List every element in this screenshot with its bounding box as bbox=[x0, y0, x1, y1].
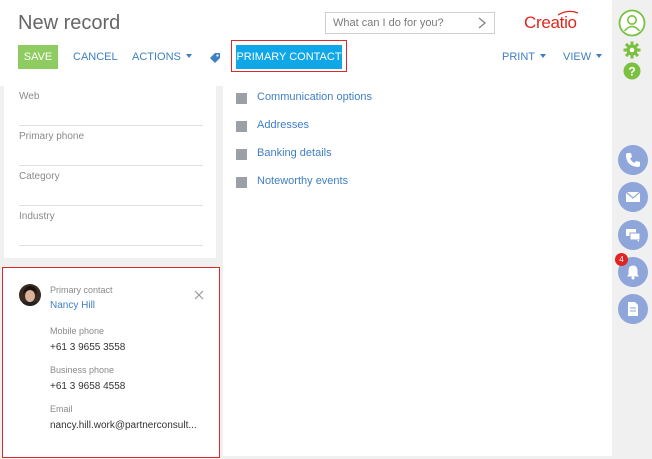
primary-contact-button[interactable]: PRIMARY CONTACT bbox=[236, 45, 342, 69]
chevron-down-icon bbox=[185, 54, 192, 58]
field-category[interactable]: Category bbox=[19, 166, 203, 206]
user-profile-icon[interactable] bbox=[618, 9, 646, 37]
right-rail: ? 4 bbox=[614, 0, 652, 459]
chevron-down-icon bbox=[540, 54, 546, 58]
group-label: Addresses bbox=[257, 119, 309, 131]
business-phone-label: Business phone bbox=[50, 365, 115, 375]
field-label: Web bbox=[19, 91, 40, 102]
email-value: nancy.hill.work@partnerconsult... bbox=[50, 420, 197, 431]
field-web[interactable]: Web bbox=[19, 86, 203, 126]
search-input[interactable] bbox=[326, 13, 466, 33]
print-button[interactable]: PRINT bbox=[502, 51, 546, 63]
detail-groups-panel: Communication options Addresses Banking … bbox=[223, 86, 612, 456]
gear-icon[interactable] bbox=[623, 41, 641, 59]
group-label: Communication options bbox=[257, 91, 372, 103]
expand-toggle-icon[interactable] bbox=[236, 93, 247, 104]
phone-panel-button[interactable] bbox=[618, 145, 648, 175]
chat-icon bbox=[626, 229, 641, 242]
expand-toggle-icon[interactable] bbox=[236, 149, 247, 160]
page-title: New record bbox=[18, 12, 121, 34]
contact-name-link[interactable]: Nancy Hill bbox=[50, 300, 95, 311]
help-icon[interactable]: ? bbox=[623, 62, 641, 80]
field-industry[interactable]: Industry bbox=[19, 206, 203, 246]
group-label: Noteworthy events bbox=[257, 175, 349, 187]
print-label: PRINT bbox=[502, 51, 535, 63]
actions-button[interactable]: ACTIONS bbox=[132, 51, 192, 63]
tag-icon[interactable] bbox=[209, 52, 221, 64]
email-panel-button[interactable] bbox=[618, 182, 648, 212]
bell-icon bbox=[627, 265, 639, 280]
top-bar: New record Creatio SAVE CANCEL ACTIONS P… bbox=[0, 0, 612, 86]
field-label: Industry bbox=[19, 211, 55, 222]
business-phone-value: +61 3 9658 4558 bbox=[50, 381, 126, 392]
actions-label: ACTIONS bbox=[132, 51, 181, 63]
creatio-logo: Creatio bbox=[524, 13, 577, 32]
primary-contact-card: Primary contact Nancy Hill Mobile phone … bbox=[2, 267, 220, 458]
cancel-button[interactable]: CANCEL bbox=[73, 51, 118, 63]
svg-text:?: ? bbox=[628, 65, 635, 79]
logo-swoosh-icon bbox=[557, 10, 579, 16]
chevron-right-icon[interactable] bbox=[476, 16, 488, 30]
field-primary-phone[interactable]: Primary phone bbox=[19, 126, 203, 166]
mobile-phone-value: +61 3 9655 3558 bbox=[50, 342, 126, 353]
field-label: Category bbox=[19, 171, 60, 182]
avatar bbox=[19, 284, 41, 306]
chevron-down-icon bbox=[596, 54, 603, 58]
mobile-phone-label: Mobile phone bbox=[50, 326, 105, 336]
view-label: VIEW bbox=[563, 51, 592, 63]
command-search[interactable] bbox=[325, 12, 495, 34]
expand-toggle-icon[interactable] bbox=[236, 121, 247, 132]
chat-panel-button[interactable] bbox=[618, 220, 648, 250]
email-label: Email bbox=[50, 404, 73, 414]
save-button[interactable]: SAVE bbox=[18, 45, 58, 69]
group-label: Banking details bbox=[257, 147, 332, 159]
expand-toggle-icon[interactable] bbox=[236, 177, 247, 188]
field-label: Primary phone bbox=[19, 131, 85, 142]
email-icon bbox=[625, 191, 641, 202]
phone-icon bbox=[626, 153, 640, 167]
account-fields-panel: Web Primary phone Category Industry bbox=[4, 86, 216, 258]
feed-panel-button[interactable] bbox=[618, 294, 648, 324]
contact-role-label: Primary contact bbox=[50, 285, 113, 295]
close-icon[interactable] bbox=[194, 290, 204, 300]
notification-count-badge: 4 bbox=[615, 253, 628, 266]
document-icon bbox=[628, 302, 638, 316]
view-button[interactable]: VIEW bbox=[563, 51, 603, 63]
